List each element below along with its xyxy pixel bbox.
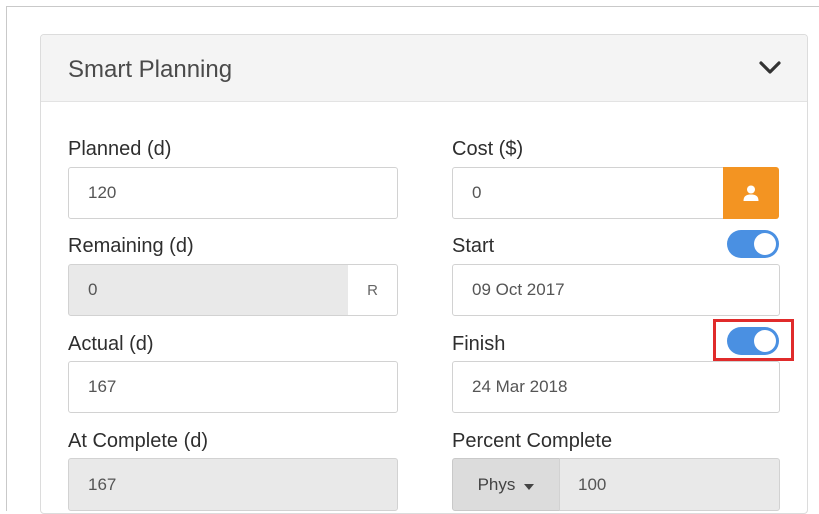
cost-input[interactable]: 0 [452,167,724,219]
toggle-knob [754,233,776,255]
panel-header[interactable]: Smart Planning [41,35,807,102]
start-date-input[interactable]: 09 Oct 2017 [452,264,780,316]
percent-complete-input: 100 [559,458,780,511]
user-icon [743,185,759,201]
start-toggle[interactable] [727,230,779,258]
remaining-label: Remaining (d) [68,235,194,257]
finish-label: Finish [452,333,506,355]
planned-input[interactable]: 120 [68,167,398,219]
percent-type-dropdown[interactable]: Phys [452,458,560,511]
finish-date-input[interactable]: 24 Mar 2018 [452,361,780,413]
collapse-button[interactable] [755,55,785,81]
actual-input[interactable]: 167 [68,361,398,413]
caret-down-icon [524,475,535,495]
assign-resource-button[interactable] [723,167,779,219]
remaining-reset-button[interactable]: R [348,264,398,316]
at-complete-label: At Complete (d) [68,430,209,452]
cost-label: Cost ($) [452,138,524,160]
at-complete-input: 167 [68,458,398,511]
actual-label: Actual (d) [68,333,154,355]
planned-label: Planned (d) [68,138,172,160]
remaining-input: 0 [68,264,349,316]
percent-complete-label: Percent Complete [452,430,613,452]
panel-title: Smart Planning [68,56,233,83]
chevron-down-icon [759,61,781,74]
start-label: Start [452,235,495,257]
percent-type-value: Phys [477,474,516,494]
highlight-annotation [713,319,794,361]
